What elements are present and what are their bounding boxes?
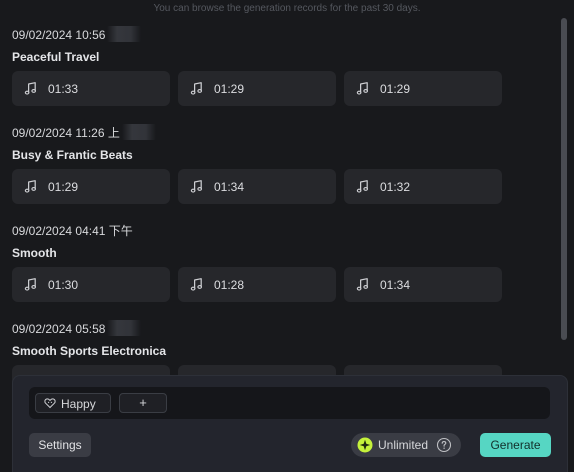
track-card[interactable]: 01:34 (178, 169, 336, 204)
track-duration: 01:29 (214, 82, 245, 96)
redacted-blur (121, 124, 156, 140)
track-duration: 01:32 (380, 180, 411, 194)
credit-icon (357, 437, 373, 453)
track-card[interactable]: 01:32 (344, 169, 502, 204)
record-date: 09/02/2024 11:26 上 (12, 124, 156, 141)
record-title: Peaceful Travel (12, 50, 100, 64)
help-icon[interactable] (436, 437, 452, 453)
record-title: Smooth Sports Electronica (12, 344, 167, 358)
record-date-text: 09/02/2024 10:56 (12, 28, 106, 42)
scrollbar-thumb[interactable] (561, 18, 567, 340)
music-note-icon (190, 180, 203, 193)
music-note-icon (356, 278, 369, 291)
track-duration: 01:30 (48, 278, 79, 292)
tag-chip-happy[interactable]: Happy (35, 393, 111, 413)
credits-label: Unlimited (378, 438, 429, 452)
settings-button[interactable]: Settings (29, 433, 91, 457)
track-duration: 01:29 (380, 82, 411, 96)
record-title: Smooth (12, 246, 57, 260)
track-card[interactable]: 01:29 (344, 71, 502, 106)
redacted-blur (107, 320, 142, 336)
tag-input-area[interactable]: Happy + (29, 387, 550, 419)
music-note-icon (356, 180, 369, 193)
record-date-text: 09/02/2024 04:41 (12, 224, 106, 238)
music-note-icon (24, 180, 37, 193)
record-date-suffix: 下午 (108, 224, 133, 238)
tag-chip-label: Happy (61, 397, 96, 411)
track-duration: 01:34 (214, 180, 245, 194)
track-duration: 01:28 (214, 278, 245, 292)
record-date-suffix: 上 (107, 126, 120, 140)
record-title: Busy & Frantic Beats (12, 148, 133, 162)
track-duration: 01:34 (380, 278, 411, 292)
track-row: 01:30 01:28 01:34 (12, 267, 504, 302)
track-card[interactable]: 01:30 (12, 267, 170, 302)
record-date: 09/02/2024 05:58 (12, 320, 142, 336)
record-date-text: 09/02/2024 11:26 (12, 126, 105, 140)
history-notice: You can browse the generation records fo… (153, 3, 421, 14)
track-row: 01:29 01:34 01:32 (12, 169, 504, 204)
credits-badge[interactable]: Unlimited (351, 433, 461, 457)
track-card[interactable]: 01:29 (12, 169, 170, 204)
record-date-text: 09/02/2024 05:58 (12, 322, 106, 336)
redacted-blur (107, 26, 142, 42)
prompt-panel: Happy + Settings Unlimited Generate (12, 375, 568, 472)
generation-history-window: You can browse the generation records fo… (0, 0, 574, 472)
track-card[interactable]: 01:29 (178, 71, 336, 106)
music-note-icon (24, 82, 37, 95)
music-note-icon (356, 82, 369, 95)
track-duration: 01:33 (48, 82, 79, 96)
generate-button[interactable]: Generate (480, 433, 551, 457)
heart-tag-icon (44, 398, 56, 409)
track-card[interactable]: 01:34 (344, 267, 502, 302)
record-date: 09/02/2024 04:41 下午 (12, 222, 133, 239)
music-note-icon (190, 278, 203, 291)
track-card[interactable]: 01:33 (12, 71, 170, 106)
track-row: 01:33 01:29 01:29 (12, 71, 504, 106)
record-date: 09/02/2024 10:56 (12, 26, 142, 42)
music-note-icon (190, 82, 203, 95)
track-card[interactable]: 01:28 (178, 267, 336, 302)
add-tag-button[interactable]: + (119, 393, 167, 413)
music-note-icon (24, 278, 37, 291)
track-duration: 01:29 (48, 180, 79, 194)
